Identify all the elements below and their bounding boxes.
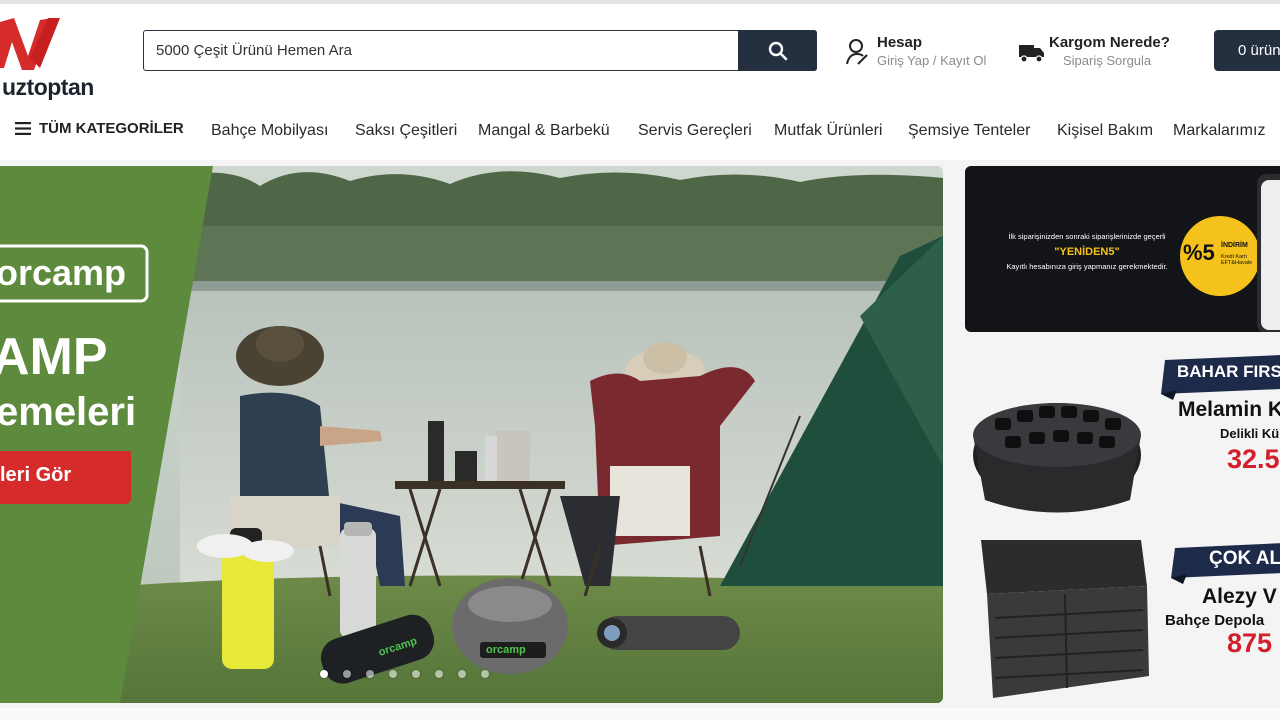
nav-item-saksi-cesitleri[interactable]: Saksı Çeşitleri <box>355 122 457 140</box>
search-input[interactable] <box>144 31 738 69</box>
promo-card-melamin[interactable]: BAHAR FIRS Melamin K Delikli Kü 32.5 <box>965 340 1280 520</box>
nav-item-bahce-mobilyasi[interactable]: Bahçe Mobilyası <box>211 122 328 140</box>
cargo-tracking-link[interactable]: Kargom Nerede? Sipariş Sorgula <box>1018 34 1198 74</box>
slider-dot[interactable] <box>389 670 397 678</box>
slider-dot[interactable] <box>343 670 351 678</box>
banner-code: "YENİDEN5" <box>1054 246 1120 258</box>
nav-item-markalarimiz[interactable]: Markalarımız <box>1173 122 1265 140</box>
product-brand-label-2: orcamp <box>486 644 526 656</box>
truck-icon <box>1019 45 1044 63</box>
banner-line1: İlk siparişinizden sonraki siparişlerini… <box>1008 232 1166 241</box>
promo-banner-discount[interactable]: İlk siparişinizden sonraki siparişlerini… <box>965 166 1280 332</box>
search-button[interactable] <box>738 30 817 71</box>
hero-image <box>0 166 943 703</box>
promo1-ribbon: BAHAR FIRS <box>1177 362 1280 381</box>
user-icon <box>846 39 868 65</box>
search-icon <box>768 41 787 60</box>
category-nav: TÜM KATEGORİLER Bahçe Mobilyası Saksı Çe… <box>0 108 1280 154</box>
hero-brand: orcamp <box>0 252 127 293</box>
slider-dot[interactable] <box>366 670 374 678</box>
all-categories-label: TÜM KATEGORİLER <box>39 120 184 137</box>
cargo-subtitle: Sipariş Sorgula <box>1063 53 1152 68</box>
banner-badge-sub: Kredi Kartı EFT&Havale <box>1221 254 1253 266</box>
logo-text: uztoptan <box>2 74 94 100</box>
account-link[interactable]: Hesap Giriş Yap / Kayıt Ol <box>845 34 1005 74</box>
promo2-subtitle: Bahçe Depola <box>1165 612 1265 629</box>
hero-subtitle: emeleri <box>0 390 137 434</box>
slider-dots <box>320 670 489 678</box>
nav-item-kisisel-bakim[interactable]: Kişisel Bakım <box>1057 122 1153 140</box>
promo1-title: Melamin K <box>1178 398 1280 421</box>
slider-dot[interactable] <box>412 670 420 678</box>
slider-dot[interactable] <box>435 670 443 678</box>
promo1-subtitle: Delikli Kü <box>1220 426 1280 441</box>
banner-badge-pct: %5 <box>1183 240 1215 265</box>
account-title: Hesap <box>877 34 923 51</box>
search-bar <box>143 30 817 71</box>
banner-badge-word: İNDİRİM <box>1221 242 1248 249</box>
promo2-title: Alezy V <box>1202 585 1277 608</box>
promo2-price: 875 <box>1227 628 1273 658</box>
bottom-strip <box>0 708 1280 720</box>
menu-icon <box>15 122 31 135</box>
nav-item-mutfak-urunleri[interactable]: Mutfak Ürünleri <box>774 122 882 140</box>
hero-cta-button[interactable]: leri Gör <box>0 464 71 487</box>
slider-dot[interactable] <box>458 670 466 678</box>
nav-item-servis-gerecleri[interactable]: Servis Gereçleri <box>638 122 752 140</box>
cargo-title: Kargom Nerede? <box>1049 34 1170 51</box>
nav-item-mangal-barbeku[interactable]: Mangal & Barbekü <box>478 122 610 140</box>
cart-button[interactable]: 0 ürün <box>1214 30 1280 71</box>
nav-item-semsiye-tenteler[interactable]: Şemsiye Tenteler <box>908 122 1030 140</box>
logo-mark-icon <box>0 18 60 70</box>
promo1-price: 32.5 <box>1227 444 1280 474</box>
promo2-ribbon: ÇOK AL <box>1209 548 1280 569</box>
logo[interactable]: uztoptan <box>0 12 120 100</box>
slider-dot[interactable] <box>320 670 328 678</box>
all-categories-button[interactable]: TÜM KATEGORİLER <box>15 120 184 137</box>
promo-card-alezy[interactable]: ÇOK AL Alezy V Bahçe Depola 875 <box>965 528 1280 706</box>
hero-title: AMP <box>0 328 108 386</box>
banner-line3: Kayıtlı hesabınıza giriş yapmanız gerekm… <box>1006 262 1168 271</box>
hero-slider[interactable]: orcamp AMP emeleri leri Gör orcamp orcam… <box>0 166 943 703</box>
site-header: uztoptan Hesap Giriş Yap / Kayıt Ol Karg… <box>0 4 1280 160</box>
slider-dot[interactable] <box>481 670 489 678</box>
account-subtitle: Giriş Yap / Kayıt Ol <box>877 53 987 68</box>
